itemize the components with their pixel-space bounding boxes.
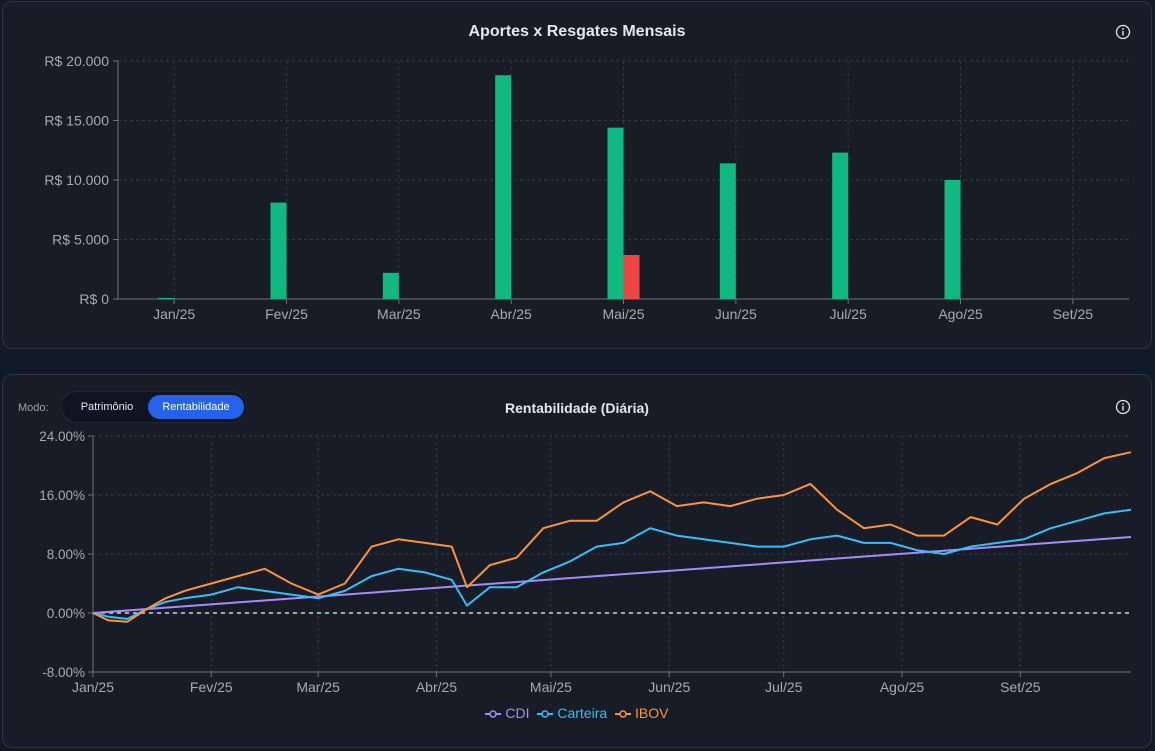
legend-label: IBOV xyxy=(631,705,669,721)
x-tick-label: Fev/25 xyxy=(190,679,233,695)
x-tick-label: Abr/25 xyxy=(416,679,457,695)
chart-legend: CDI Carteira IBOV xyxy=(3,705,1151,721)
bar-chart: R$ 0 R$ 5.000 R$ 10.000 R$ 15.000 R$ 20.000 J… xyxy=(44,53,1129,322)
y-tick-label: 24.00% xyxy=(39,429,85,444)
series-line-cdi xyxy=(92,536,1132,614)
x-tick-label: Mai/25 xyxy=(602,306,644,322)
x-tick-label: Set/25 xyxy=(1053,306,1094,322)
legend-swatch xyxy=(485,710,502,719)
legend-swatch xyxy=(615,710,632,719)
y-tick-label: 8.00% xyxy=(47,547,85,562)
bar-aporte xyxy=(832,152,849,299)
bar-aporte xyxy=(607,127,624,299)
x-tick-label: Jan/25 xyxy=(153,306,195,322)
line-chart: -8.00% 0.00% 8.00% 16.00% 24.00% Jan/25 Fev/25… xyxy=(39,429,1132,695)
bar-aporte xyxy=(158,298,175,299)
x-tick-label: Mar/25 xyxy=(377,306,421,322)
bar-aporte xyxy=(270,202,287,299)
bar-aporte xyxy=(944,180,961,299)
legend-label: Carteira xyxy=(553,705,608,721)
series-line-ibov xyxy=(92,451,1132,623)
x-tick-label: Jun/25 xyxy=(648,679,690,695)
bar-aporte xyxy=(382,272,399,299)
y-tick-label: 16.00% xyxy=(39,488,85,503)
x-tick-label: Set/25 xyxy=(1000,679,1041,695)
legend-label: CDI xyxy=(501,705,530,721)
legend-swatch-marker xyxy=(619,710,627,719)
y-tick-label: R$ 20.000 xyxy=(44,53,109,69)
bar-aporte xyxy=(719,163,736,299)
bar-aporte xyxy=(495,75,512,299)
x-tick-label: Mai/25 xyxy=(530,679,572,695)
y-tick-label: 0.00% xyxy=(47,606,85,621)
legend-swatch-marker xyxy=(489,710,498,719)
x-tick-label: Mar/25 xyxy=(296,679,340,695)
x-tick-label: Jan/25 xyxy=(72,679,114,695)
y-tick-label: R$ 10.000 xyxy=(44,172,109,188)
x-tick-label: Abr/25 xyxy=(491,306,532,322)
line-chart-panel: Modo: Patrimônio Rentabilidade Rentabili… xyxy=(2,374,1152,748)
x-tick-label: Jul/25 xyxy=(765,679,803,695)
x-tick-label: Ago/25 xyxy=(880,679,925,695)
legend-swatch-marker xyxy=(541,710,550,719)
y-tick-label: R$ 0 xyxy=(79,291,109,307)
x-tick-label: Fev/25 xyxy=(265,306,308,322)
y-tick-label: R$ 15.000 xyxy=(44,113,109,129)
x-tick-label: Jul/25 xyxy=(829,306,867,322)
bar-resgate xyxy=(623,254,640,299)
legend-item-ibov[interactable]: IBOV xyxy=(615,705,669,721)
legend-swatch xyxy=(537,710,554,719)
legend-item-cdi[interactable]: CDI xyxy=(485,705,529,721)
y-tick-label: -8.00% xyxy=(42,665,85,680)
legend-item-carteira[interactable]: Carteira xyxy=(537,705,607,721)
x-tick-label: Ago/25 xyxy=(938,306,983,322)
bar-chart-panel: Aportes x Resgates Mensais R$ 0 R$ 5.000 R… xyxy=(2,1,1152,349)
x-tick-label: Jun/25 xyxy=(715,306,757,322)
y-tick-label: R$ 5.000 xyxy=(52,232,109,248)
